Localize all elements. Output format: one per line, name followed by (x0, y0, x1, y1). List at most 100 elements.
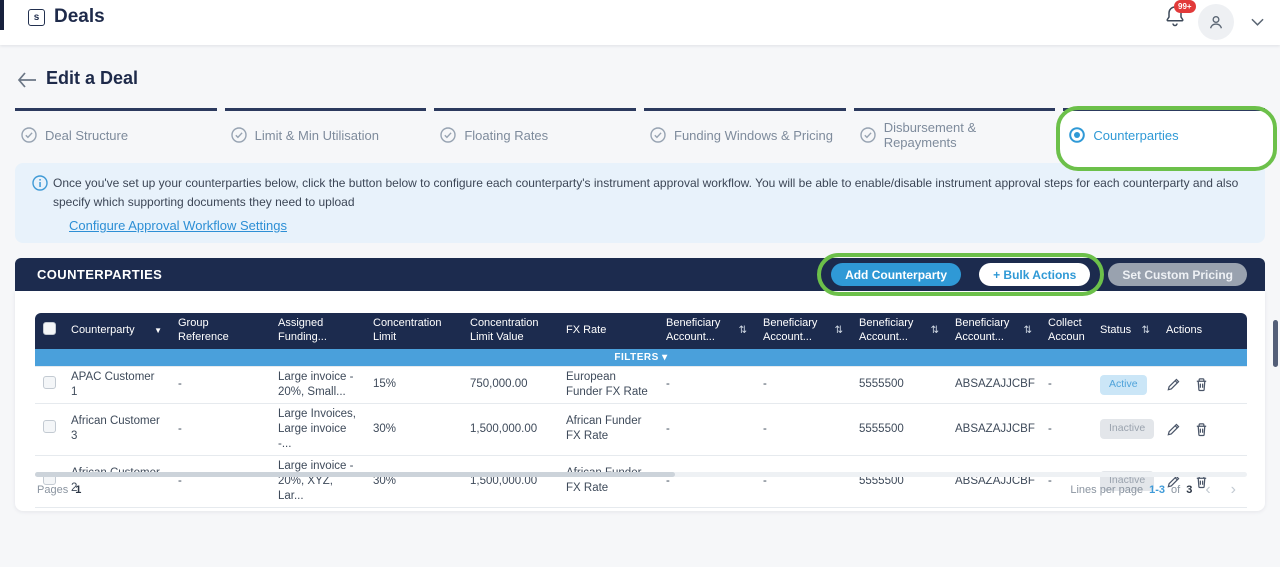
counterparties-toolbar: COUNTERPARTIES Add Counterparty + Bulk A… (15, 258, 1265, 291)
back-button[interactable] (15, 68, 39, 92)
col-status[interactable]: Status⇅ (1092, 313, 1158, 349)
col-beneficiary-account-2[interactable]: Beneficiary Account...⇅ (755, 313, 851, 349)
sort-icon: ⇅ (1024, 325, 1032, 338)
col-beneficiary-account-1[interactable]: Beneficiary Account...⇅ (658, 313, 755, 349)
lines-per-page-label: Lines per page (1070, 484, 1143, 496)
info-banner-text: Once you've set up your counterparties b… (53, 174, 1247, 211)
lines-range[interactable]: 1-3 (1149, 484, 1165, 496)
check-circle-icon (860, 127, 876, 143)
delete-icon[interactable] (1194, 422, 1209, 437)
check-circle-icon (650, 127, 666, 143)
col-group-reference: Group Reference (170, 313, 270, 349)
next-page-chevron-icon[interactable]: › (1224, 482, 1243, 498)
step-label: Funding Windows & Pricing (674, 128, 833, 143)
status-badge: Active (1100, 375, 1147, 395)
left-edge-strip (0, 0, 4, 30)
deal-stepper: Deal Structure Limit & Min Utilisation F… (15, 108, 1265, 162)
step-label: Disbursement & Repayments (884, 120, 1052, 150)
delete-icon[interactable] (1194, 377, 1209, 392)
cell-collection-account: - (1040, 403, 1092, 455)
pages-label: Pages (37, 484, 68, 496)
bulk-actions-button[interactable]: + Bulk Actions (979, 263, 1090, 286)
set-custom-pricing-button[interactable]: Set Custom Pricing (1108, 263, 1247, 286)
cell-beneficiary-account: - (755, 403, 851, 455)
cell-group-reference: - (170, 403, 270, 455)
step-label: Floating Rates (464, 128, 548, 143)
sort-icon: ⇅ (1142, 325, 1150, 338)
cell-beneficiary-account: - (658, 403, 755, 455)
top-bar: s Deals 99+ (0, 0, 1280, 45)
sort-icon: ⇅ (835, 325, 843, 338)
app-logo-icon[interactable]: s (28, 9, 45, 26)
check-circle-icon (21, 127, 37, 143)
add-counterparty-button[interactable]: Add Counterparty (831, 263, 961, 286)
edit-icon[interactable] (1166, 422, 1181, 437)
current-page[interactable]: 1 (75, 484, 81, 496)
step-limit-min-utilisation[interactable]: Limit & Min Utilisation (225, 108, 427, 162)
cell-concentration-limit-value: 750,000.00 (462, 367, 558, 404)
cell-beneficiary-account: ABSAZAJJCBF (947, 367, 1040, 404)
lines-total: 3 (1186, 484, 1192, 496)
table-row[interactable]: APAC Customer 1 - Large invoice - 20%, S… (35, 367, 1247, 404)
green-annotation-buttons: Add Counterparty + Bulk Actions (831, 263, 1090, 286)
filters-row[interactable]: FILTERS ▾ (35, 349, 1247, 367)
select-all-cell (35, 313, 63, 349)
sort-icon: ⇅ (739, 325, 747, 338)
col-counterparty[interactable]: Counterparty▼ (63, 313, 170, 349)
app-title: Deals (54, 6, 105, 28)
info-banner: Once you've set up your counterparties b… (15, 163, 1265, 243)
col-fx-rate: FX Rate (558, 313, 658, 349)
step-deal-structure[interactable]: Deal Structure (15, 108, 217, 162)
step-label: Counterparties (1093, 128, 1178, 143)
col-assigned-funding: Assigned Funding... (270, 313, 365, 349)
edit-icon[interactable] (1166, 377, 1181, 392)
cell-collection-account: - (1040, 367, 1092, 404)
radio-active-icon (1069, 127, 1085, 143)
row-checkbox[interactable] (43, 420, 56, 433)
col-collection-account: Collect Accoun (1040, 313, 1092, 349)
chevron-down-icon: ▾ (662, 352, 668, 363)
status-badge: Inactive (1100, 419, 1154, 439)
step-label: Limit & Min Utilisation (255, 128, 379, 143)
sort-icon: ⇅ (931, 325, 939, 338)
page-title: Edit a Deal (46, 68, 138, 89)
filters-label: FILTERS (614, 352, 658, 363)
cell-beneficiary-account: 5555500 (851, 403, 947, 455)
check-circle-icon (440, 127, 456, 143)
vertical-scrollbar[interactable] (1273, 320, 1278, 367)
col-beneficiary-account-3[interactable]: Beneficiary Account...⇅ (851, 313, 947, 349)
user-avatar[interactable] (1198, 4, 1234, 40)
cell-beneficiary-account: - (658, 367, 755, 404)
table-row[interactable]: African Customer 3 - Large Invoices, Lar… (35, 403, 1247, 455)
cell-group-reference: - (170, 367, 270, 404)
table-header-row: Counterparty▼ Group Reference Assigned F… (35, 313, 1247, 349)
cell-beneficiary-account: 5555500 (851, 367, 947, 404)
cell-beneficiary-account: - (755, 367, 851, 404)
cell-concentration-limit-value: 1,500,000.00 (462, 403, 558, 455)
col-beneficiary-account-4[interactable]: Beneficiary Account...⇅ (947, 313, 1040, 349)
counterparties-card: Counterparty▼ Group Reference Assigned F… (15, 291, 1265, 511)
notification-badge: 99+ (1174, 0, 1196, 13)
chevron-down-icon[interactable] (1248, 10, 1266, 34)
person-icon (1206, 12, 1226, 32)
select-all-checkbox[interactable] (43, 322, 56, 335)
check-circle-icon (231, 127, 247, 143)
section-title: COUNTERPARTIES (37, 267, 162, 282)
cell-assigned-funding: Large Invoices, Large invoice -... (270, 403, 365, 455)
step-disbursement-repayments[interactable]: Disbursement & Repayments (854, 108, 1056, 162)
horizontal-scrollbar-thumb[interactable] (35, 472, 675, 477)
cell-counterparty: African Customer 3 (63, 403, 170, 455)
step-counterparties[interactable]: Counterparties (1063, 108, 1265, 162)
configure-approval-workflow-link[interactable]: Configure Approval Workflow Settings (69, 218, 287, 233)
step-floating-rates[interactable]: Floating Rates (434, 108, 636, 162)
row-checkbox[interactable] (43, 376, 56, 389)
step-funding-windows-pricing[interactable]: Funding Windows & Pricing (644, 108, 846, 162)
prev-page-chevron-icon[interactable]: ‹ (1198, 482, 1217, 498)
pagination-bar: Pages 1 Lines per page 1-3 of 3 ‹ › (37, 479, 1243, 501)
cell-concentration-limit: 15% (365, 367, 462, 404)
horizontal-scrollbar[interactable] (35, 472, 1247, 477)
cell-beneficiary-account: ABSAZAJJCBF (947, 403, 1040, 455)
cell-fx-rate: European Funder FX Rate (558, 367, 658, 404)
sort-desc-icon: ▼ (154, 326, 162, 336)
cell-assigned-funding: Large invoice - 20%, Small... (270, 367, 365, 404)
